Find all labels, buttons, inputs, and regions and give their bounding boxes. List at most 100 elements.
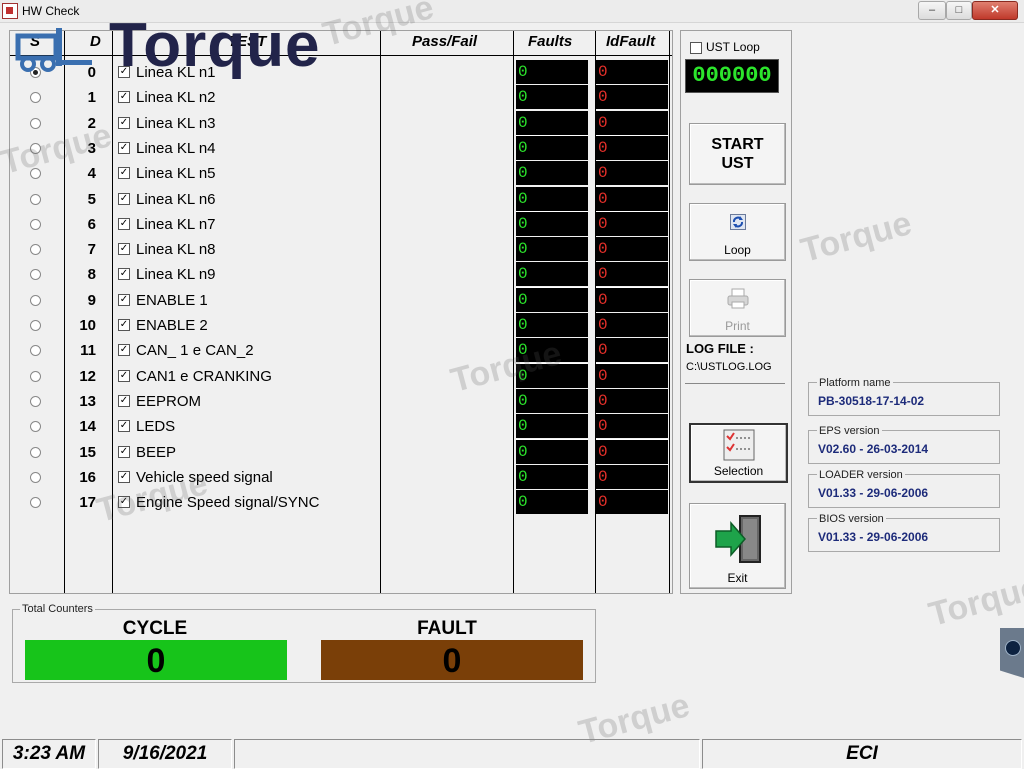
faults-value: 0: [518, 138, 528, 157]
row-enable-checkbox[interactable]: ✓: [118, 344, 130, 357]
row-select-radio[interactable]: [30, 193, 41, 205]
row-select-radio[interactable]: [30, 446, 41, 458]
idfault-value: 0: [598, 366, 608, 385]
row-select-radio[interactable]: [30, 395, 41, 407]
row-enable-checkbox[interactable]: ✓: [118, 116, 130, 129]
close-button[interactable]: ✕: [972, 1, 1018, 20]
faults-cell: 0: [516, 313, 588, 337]
row-select-radio[interactable]: [30, 92, 41, 104]
idfault-value: 0: [598, 467, 608, 486]
row-test-name: CAN1 e CRANKING: [136, 367, 272, 385]
total-counters-title: Total Counters: [20, 603, 95, 615]
table-row: 12 ✓ CAN1 e CRANKING 0 0: [10, 363, 670, 389]
side-panel-tab[interactable]: [1000, 628, 1024, 678]
header-faults: Faults: [528, 33, 573, 50]
eps-version-value: V02.60 - 26-03-2014: [818, 442, 929, 456]
row-select-radio[interactable]: [30, 320, 41, 331]
row-enable-checkbox[interactable]: ✓: [118, 394, 130, 407]
table-row: 17 ✓ Engine Speed signal/SYNC 0 0: [10, 490, 670, 515]
idfault-value: 0: [598, 189, 608, 208]
row-select-radio[interactable]: [30, 142, 41, 154]
row-enable-checkbox[interactable]: ✓: [118, 470, 130, 483]
row-enable-checkbox[interactable]: ✓: [118, 217, 130, 230]
eps-version-box: EPS version V02.60 - 26-03-2014: [808, 425, 1000, 464]
header-pass-fail: Pass/Fail: [412, 33, 478, 50]
loader-version-box: LOADER version V01.33 - 29-06-2006: [808, 469, 1000, 508]
table-row: 9 ✓ ENABLE 1 0 0: [10, 287, 670, 313]
row-enable-checkbox[interactable]: ✓: [118, 319, 130, 331]
faults-cell: 0: [516, 110, 588, 135]
row-test-name: Linea KL n9: [136, 266, 216, 284]
row-select-radio[interactable]: [30, 269, 41, 281]
loop-button[interactable]: Loop: [689, 203, 786, 261]
exit-button[interactable]: Exit: [689, 503, 786, 589]
refresh-icon: [729, 214, 746, 230]
row-select-radio[interactable]: [30, 345, 41, 357]
row-enable-checkbox[interactable]: ✓: [118, 293, 130, 306]
table-row: 4 ✓ Linea KL n5 0 0: [10, 161, 670, 186]
row-enable-checkbox[interactable]: ✓: [118, 445, 130, 458]
idfault-cell: 0: [596, 464, 668, 489]
minimize-button[interactable]: –: [918, 1, 946, 20]
row-enable-checkbox[interactable]: ✓: [118, 369, 130, 382]
faults-cell: 0: [516, 338, 588, 363]
maximize-button[interactable]: □: [946, 1, 972, 20]
table-row: 11 ✓ CAN_ 1 e CAN_2 0 0: [10, 338, 670, 363]
status-time: 3:23 AM: [2, 739, 96, 769]
faults-cell: 0: [516, 237, 588, 262]
exit-label: Exit: [727, 571, 748, 585]
row-select-radio[interactable]: [30, 370, 41, 382]
row-select-radio[interactable]: [30, 421, 41, 433]
row-id: 13: [79, 392, 96, 410]
idfault-cell: 0: [596, 135, 668, 160]
row-enable-checkbox[interactable]: ✓: [118, 91, 130, 104]
row-select-radio[interactable]: [30, 471, 41, 483]
test-table: S D TEST Pass/Fail Faults IdFault 0 ✓ Line…: [9, 30, 673, 594]
ust-loop-checkbox[interactable]: [690, 42, 702, 54]
row-select-radio[interactable]: [30, 117, 41, 129]
row-enable-checkbox[interactable]: ✓: [118, 167, 130, 180]
idfault-cell: 0: [596, 287, 668, 312]
row-enable-checkbox[interactable]: ✓: [118, 496, 130, 509]
row-enable-checkbox[interactable]: ✓: [118, 141, 130, 154]
row-id: 14: [79, 418, 96, 436]
faults-value: 0: [518, 442, 528, 461]
row-select-radio[interactable]: [30, 244, 41, 256]
table-row: 14 ✓ LEDS 0 0: [10, 414, 670, 439]
row-select-radio[interactable]: [30, 218, 41, 230]
row-id: 8: [87, 266, 96, 284]
row-test-name: Linea KL n4: [136, 139, 216, 157]
faults-value: 0: [518, 113, 528, 132]
idfault-cell: 0: [596, 338, 668, 363]
idfault-value: 0: [598, 290, 608, 309]
row-enable-checkbox[interactable]: ✓: [118, 243, 130, 256]
start-ust-line1: START: [711, 136, 764, 153]
row-id: 7: [87, 241, 96, 259]
idfault-cell: 0: [596, 388, 668, 413]
remote-support-icon: [1005, 640, 1021, 656]
row-select-radio[interactable]: [30, 497, 41, 509]
status-message: [234, 739, 700, 769]
row-select-radio[interactable]: [30, 168, 41, 180]
selection-button[interactable]: Selection: [689, 423, 788, 483]
exit-door-icon: [714, 515, 761, 563]
idfault-value: 0: [598, 417, 608, 436]
row-enable-checkbox[interactable]: ✓: [118, 268, 130, 281]
faults-cell: 0: [516, 60, 588, 84]
ust-panel: UST Loop 000000 START UST Loop Print LOG …: [680, 30, 792, 594]
faults-cell: 0: [516, 414, 588, 439]
row-enable-checkbox[interactable]: ✓: [118, 420, 130, 433]
row-enable-checkbox[interactable]: ✓: [118, 192, 130, 205]
faults-value: 0: [518, 63, 528, 81]
row-id: 11: [80, 342, 96, 360]
total-counters: Total Counters CYCLE 0 FAULT 0: [12, 603, 596, 683]
idfault-value: 0: [598, 341, 608, 360]
row-test-name: Engine Speed signal/SYNC: [136, 494, 320, 512]
fault-value: 0: [321, 640, 583, 680]
row-test-name: Linea KL n5: [136, 165, 216, 183]
row-select-radio[interactable]: [30, 294, 41, 306]
start-ust-button[interactable]: START UST: [689, 123, 786, 185]
faults-value: 0: [518, 265, 528, 284]
print-button[interactable]: Print: [689, 279, 786, 337]
bios-version-title: BIOS version: [817, 513, 886, 525]
